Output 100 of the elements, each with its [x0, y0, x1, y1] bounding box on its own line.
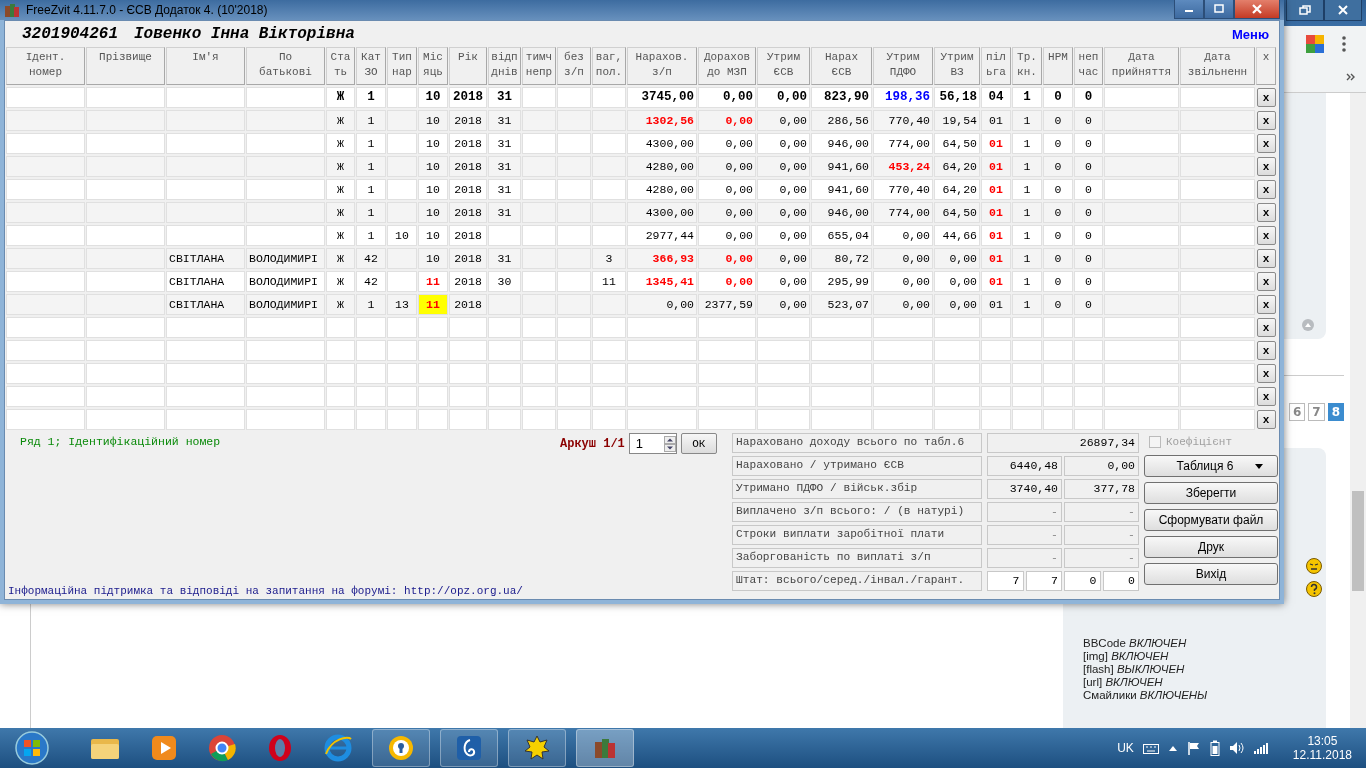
table-cell[interactable]	[6, 179, 85, 200]
table-cell[interactable]	[246, 363, 325, 384]
table-cell[interactable]	[166, 87, 245, 108]
table-cell[interactable]	[592, 179, 626, 200]
table-cell[interactable]: 655,04	[811, 225, 872, 246]
table-cell[interactable]: Ж	[326, 225, 355, 246]
table-cell[interactable]	[811, 363, 872, 384]
table-cell[interactable]: 1	[1012, 294, 1042, 315]
table-cell[interactable]: 11	[418, 294, 448, 315]
table-cell[interactable]: 10	[418, 156, 448, 177]
delete-row-button[interactable]: x	[1256, 180, 1276, 199]
table-cell[interactable]	[934, 317, 980, 338]
table-cell[interactable]: Ж	[326, 87, 355, 108]
table-cell[interactable]: 2018	[449, 87, 487, 108]
tricolor-circle-icon[interactable]	[208, 734, 236, 762]
table-cell[interactable]: 1	[1012, 271, 1042, 292]
delete-row-button[interactable]: x	[1256, 111, 1276, 130]
question-face-icon[interactable]	[1306, 581, 1322, 597]
table-cell[interactable]	[1180, 133, 1255, 154]
table-cell[interactable]	[1074, 386, 1103, 407]
table-cell[interactable]	[1104, 340, 1179, 361]
table-cell[interactable]: 0,00	[698, 202, 756, 223]
table-dropdown[interactable]: Таблиця 6	[1144, 455, 1278, 477]
table-cell[interactable]	[326, 409, 355, 430]
clock-date[interactable]: 12.11.2018	[1292, 748, 1352, 762]
delete-row-button[interactable]: x	[1256, 410, 1276, 429]
table-cell[interactable]	[418, 317, 448, 338]
table-cell[interactable]: 4300,00	[627, 133, 697, 154]
table-cell[interactable]	[6, 340, 85, 361]
table-cell[interactable]	[387, 317, 417, 338]
page-link[interactable]: 6	[1288, 403, 1306, 421]
table-cell[interactable]: Ж	[326, 133, 355, 154]
table-cell[interactable]	[6, 156, 85, 177]
table-cell[interactable]: 2018	[449, 271, 487, 292]
table-cell[interactable]	[522, 225, 556, 246]
table-cell[interactable]: 0,00	[757, 156, 810, 177]
table-cell[interactable]: 2018	[449, 179, 487, 200]
table-cell[interactable]: 0	[1043, 202, 1073, 223]
table-cell[interactable]	[1180, 363, 1255, 384]
start-button[interactable]	[14, 730, 50, 766]
table-cell[interactable]: 80,72	[811, 248, 872, 269]
table-cell[interactable]: 2018	[449, 156, 487, 177]
table-cell[interactable]	[1043, 340, 1073, 361]
table-cell[interactable]: 10	[418, 202, 448, 223]
table-cell[interactable]	[934, 409, 980, 430]
action-button[interactable]: Зберегти	[1144, 482, 1278, 504]
table-cell[interactable]	[418, 386, 448, 407]
taskbar-button[interactable]	[372, 729, 430, 767]
table-cell[interactable]	[522, 317, 556, 338]
table-cell[interactable]	[592, 225, 626, 246]
delete-row-button[interactable]: x	[1256, 318, 1276, 337]
table-cell[interactable]: 0,00	[757, 294, 810, 315]
table-cell[interactable]	[387, 386, 417, 407]
table-cell[interactable]: 10	[387, 225, 417, 246]
delete-row-button[interactable]: x	[1256, 387, 1276, 406]
table-cell[interactable]	[86, 225, 165, 246]
table-cell[interactable]: 31	[488, 133, 521, 154]
table-cell[interactable]	[592, 363, 626, 384]
table-cell[interactable]	[246, 317, 325, 338]
more-menu-icon[interactable]	[1342, 36, 1346, 52]
table-cell[interactable]: 31	[488, 156, 521, 177]
table-cell[interactable]: 0,00	[757, 248, 810, 269]
table-cell[interactable]: 10	[418, 133, 448, 154]
minimize-button[interactable]	[1174, 0, 1204, 19]
table-cell[interactable]	[6, 271, 85, 292]
table-cell[interactable]	[592, 133, 626, 154]
table-cell[interactable]: 31	[488, 110, 521, 131]
table-cell[interactable]: 0,00	[757, 133, 810, 154]
table-cell[interactable]	[488, 340, 521, 361]
delete-row-button[interactable]: x	[1256, 295, 1276, 314]
table-cell[interactable]: 1	[356, 225, 386, 246]
table-cell[interactable]	[387, 271, 417, 292]
table-cell[interactable]	[757, 409, 810, 430]
table-cell[interactable]	[326, 317, 355, 338]
table-cell[interactable]: 4280,00	[627, 156, 697, 177]
table-cell[interactable]: 3	[592, 248, 626, 269]
table-cell[interactable]	[1012, 317, 1042, 338]
table-cell[interactable]	[449, 317, 487, 338]
table-cell[interactable]	[557, 340, 591, 361]
colored-squares-icon[interactable]	[1306, 35, 1324, 53]
table-cell[interactable]: 0	[1043, 110, 1073, 131]
table-cell[interactable]	[981, 363, 1011, 384]
table-cell[interactable]: 0	[1074, 179, 1103, 200]
table-cell[interactable]	[418, 340, 448, 361]
table-cell[interactable]	[1180, 179, 1255, 200]
table-cell[interactable]: 0	[1043, 179, 1073, 200]
table-cell[interactable]	[1180, 87, 1255, 108]
table-cell[interactable]	[1180, 317, 1255, 338]
table-cell[interactable]	[387, 133, 417, 154]
table-cell[interactable]: 295,99	[811, 271, 872, 292]
table-cell[interactable]: 56,18	[934, 87, 980, 108]
table-cell[interactable]: 1	[1012, 248, 1042, 269]
table-cell[interactable]: 4300,00	[627, 202, 697, 223]
table-cell[interactable]	[981, 317, 1011, 338]
table-cell[interactable]: Ж	[326, 110, 355, 131]
table-cell[interactable]: 10	[418, 87, 448, 108]
table-cell[interactable]	[557, 225, 591, 246]
delete-row-button[interactable]: x	[1256, 249, 1276, 268]
table-cell[interactable]: 823,90	[811, 87, 872, 108]
table-cell[interactable]: 0,00	[698, 225, 756, 246]
